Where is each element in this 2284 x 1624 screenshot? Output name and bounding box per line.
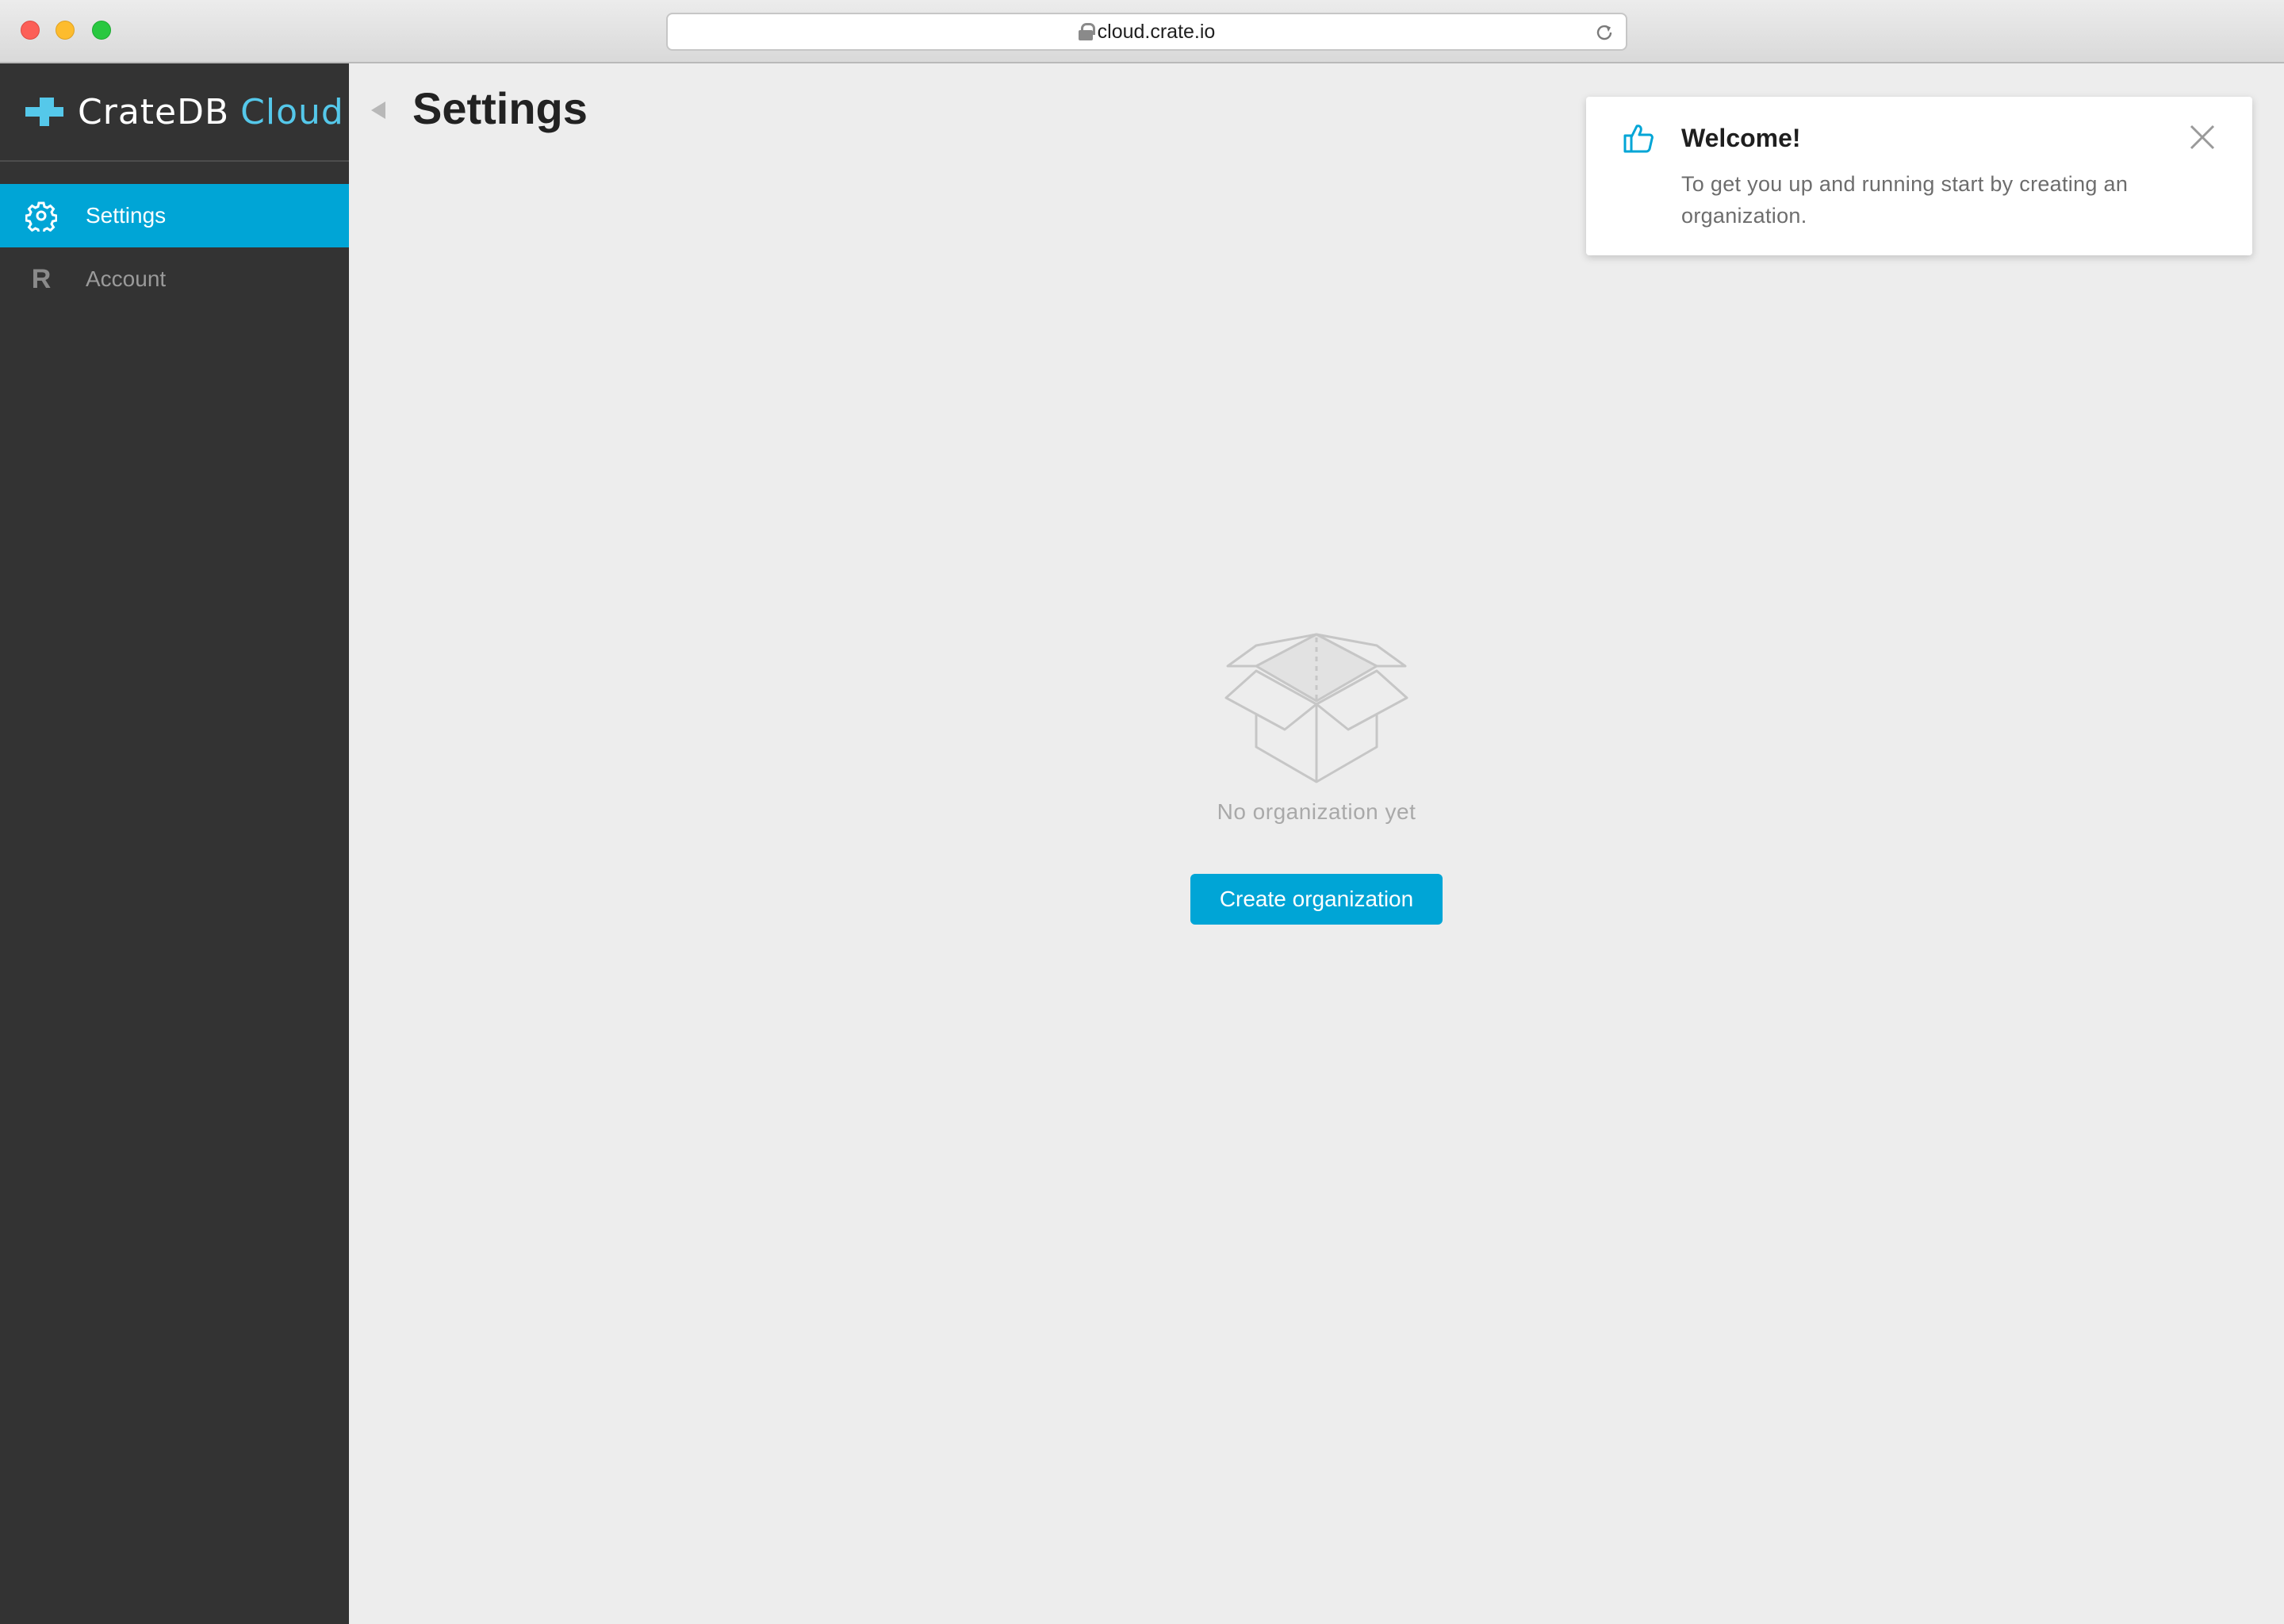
collapse-sidebar-icon[interactable] [371,102,385,119]
url-text: cloud.crate.io [1097,20,1216,43]
close-icon[interactable] [2189,124,2216,151]
window-maximize-button[interactable] [92,21,111,40]
notification-message: To get you up and running start by creat… [1681,172,2129,228]
open-box-icon [1224,633,1408,783]
reload-icon[interactable] [1594,22,1615,43]
cratedb-logo-icon [25,98,63,126]
sidebar-item-label: Settings [86,203,167,228]
sidebar-item-account[interactable]: R Account [0,247,349,311]
sidebar-item-label: Account [86,266,167,291]
empty-state: No organization yet Create organization [349,631,2284,925]
sidebar-nav: Settings R Account [0,184,349,311]
brand-name: CrateDB [78,91,230,132]
main-content: Settings No organization yet Create orga… [349,63,2284,1624]
lock-icon [1078,23,1095,40]
brand-accent: Cloud [240,91,344,132]
gear-icon [25,200,57,232]
browser-toolbar: cloud.crate.io [0,0,2284,63]
create-organization-button[interactable]: Create organization [1190,874,1443,925]
window-close-button[interactable] [21,21,40,40]
brand-header[interactable]: CrateDB Cloud [0,63,349,162]
sidebar: CrateDB Cloud Settings R Account [0,63,349,1624]
page-title: Settings [412,83,588,133]
account-initial-icon: R [25,263,57,295]
window-minimize-button[interactable] [56,21,75,40]
thumbs-up-icon [1623,124,1654,153]
sidebar-item-settings[interactable]: Settings [0,184,349,247]
account-initial: R [31,263,52,294]
notification-title: Welcome! [1681,124,1801,152]
address-bar[interactable]: cloud.crate.io [666,13,1627,51]
welcome-notification: Welcome! To get you up and running start… [1586,97,2252,255]
empty-state-text: No organization yet [1217,799,1416,824]
